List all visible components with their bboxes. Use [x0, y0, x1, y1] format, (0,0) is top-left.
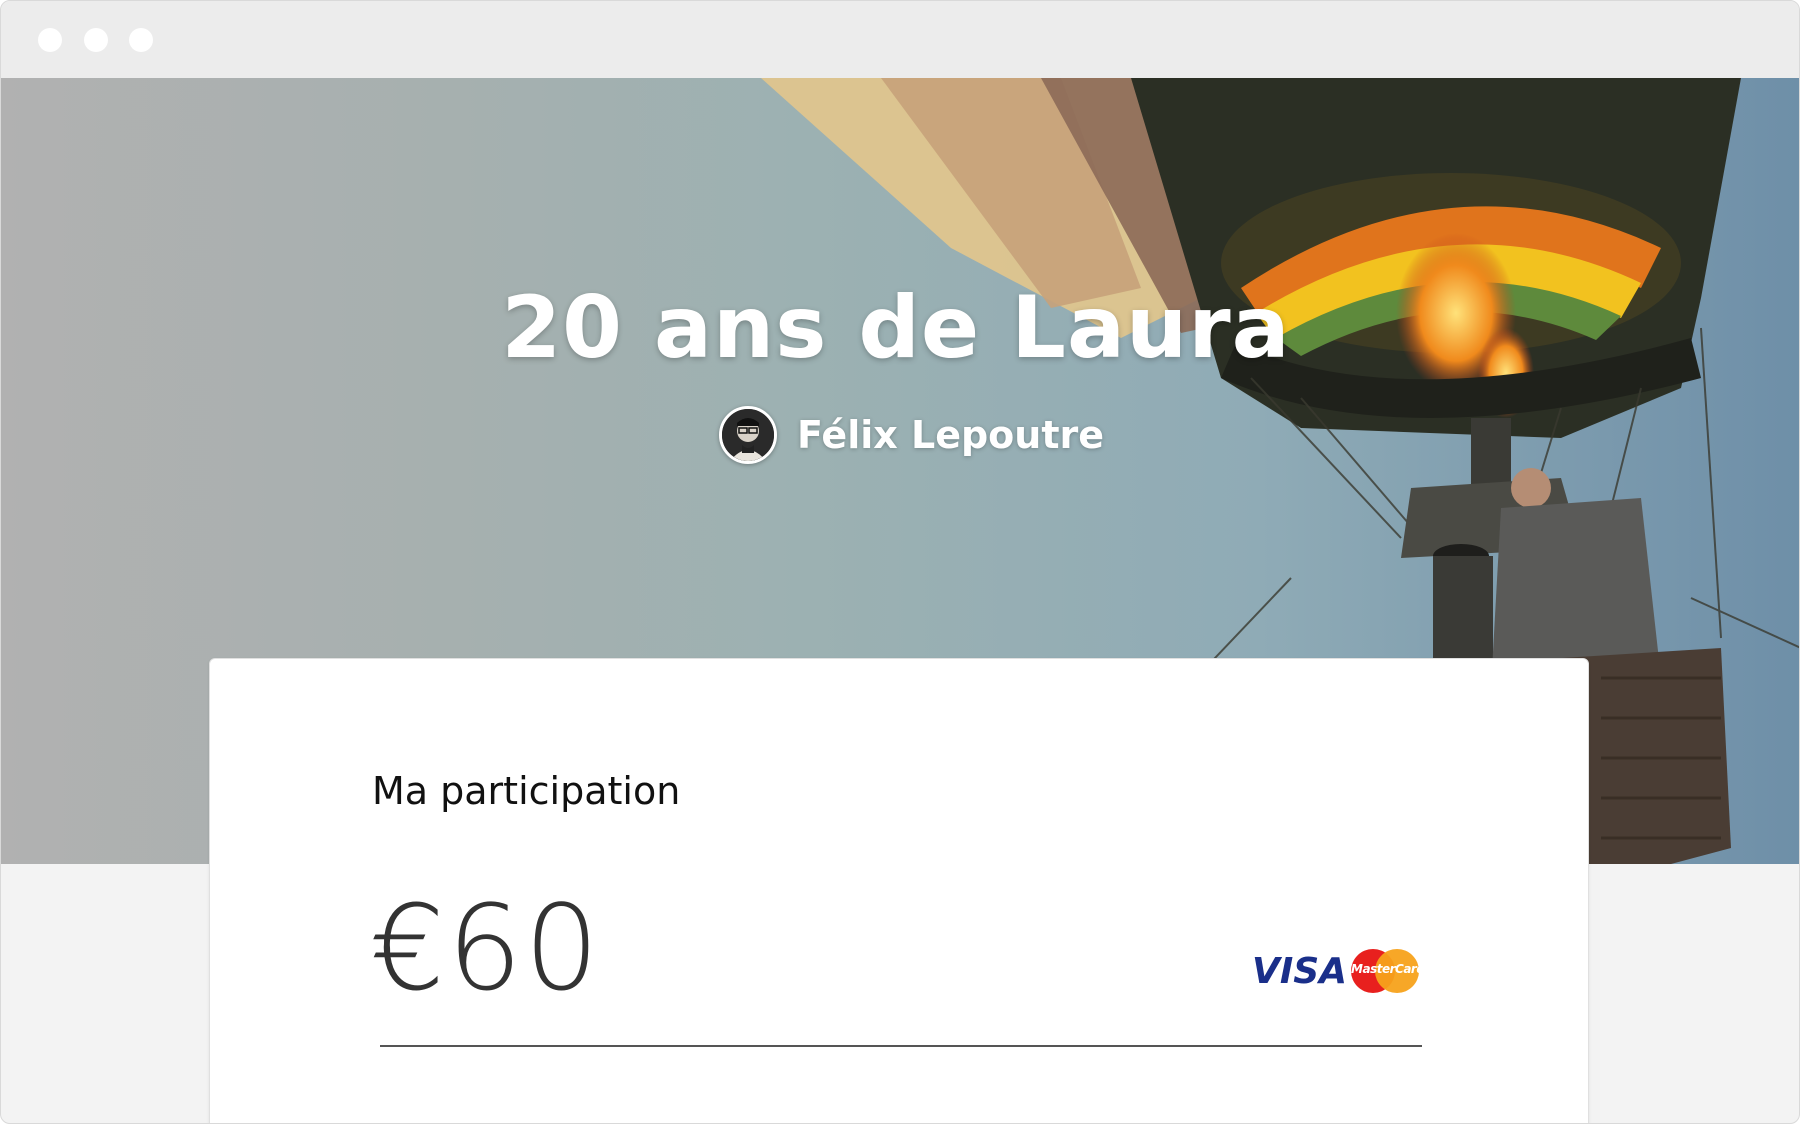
payment-logos: VISA MasterCard: [1252, 949, 1425, 993]
mastercard-wordmark: MasterCard: [1351, 962, 1425, 976]
visa-logo: VISA: [1252, 950, 1348, 992]
window-minimize-dot[interactable]: [84, 28, 108, 52]
avatar[interactable]: [719, 406, 777, 464]
amount-input-underline: [380, 1045, 1422, 1047]
window-maximize-dot[interactable]: [129, 28, 153, 52]
author[interactable]: Félix Lepoutre: [719, 405, 1104, 465]
participation-label: Ma participation: [372, 769, 681, 813]
participation-card: Ma participation €60 VISA MasterCard: [209, 658, 1589, 1123]
page-title: 20 ans de Laura: [501, 278, 1291, 378]
window-close-dot[interactable]: [38, 28, 62, 52]
mastercard-logo: MasterCard: [1351, 949, 1425, 993]
amount-value[interactable]: €60: [370, 879, 601, 1017]
browser-window: 20 ans de Laura Félix Lepoutre Ma partic…: [0, 0, 1800, 1124]
author-name[interactable]: Félix Lepoutre: [797, 413, 1104, 457]
title-bar: [1, 1, 1799, 78]
avatar-portrait-icon: [722, 409, 774, 461]
